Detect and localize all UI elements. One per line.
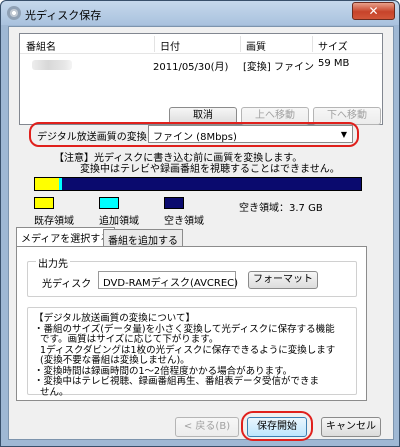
row-quality: [変換] ファイン [243, 62, 314, 73]
dialog-client: 番組名 日付 画質 サイズ 2011/05/30(月) [変換] ファイン 59… [8, 26, 394, 441]
dialog-window: 光ディスク保存 ✕ 番組名 日付 画質 サイズ 2011/05/30(月) [変… [0, 0, 400, 447]
conversion-info-text: 【デジタル放送画質の変換について】 ・番組のサイズ(データ量)を小さく変換して光… [34, 313, 336, 398]
column-header-date[interactable]: 日付 [160, 38, 180, 53]
window-title: 光ディスク保存 [25, 9, 102, 22]
row-date: 2011/05/30(月) [153, 62, 229, 73]
tab-add-program[interactable]: 番組を追加する [103, 229, 183, 247]
legend-used-label: 既存領域 [34, 216, 74, 227]
legend-free-swatch [164, 197, 184, 209]
program-name-redacted [32, 60, 72, 70]
free-segment [62, 178, 361, 190]
legend-added-label: 追加領域 [99, 216, 139, 227]
info-box: 【デジタル放送画質の変換について】 ・番組のサイズ(データ量)を小さく変換して光… [27, 307, 357, 398]
disc-icon [7, 6, 21, 20]
start-save-button[interactable]: 保存開始 [247, 417, 307, 437]
cancel-button[interactable]: キャンセル [321, 417, 381, 437]
column-header-quality[interactable]: 画質 [246, 38, 266, 53]
tab-select-media[interactable]: メディアを選択する [16, 227, 116, 247]
quality-select[interactable]: ファイン (8Mbps) ▼ [148, 125, 353, 143]
title-bar[interactable]: 光ディスク保存 ✕ [1, 1, 399, 25]
back-button[interactable]: < 戻る(B) [175, 417, 239, 437]
format-button[interactable]: フォーマット [248, 271, 318, 289]
drive-select-value: DVD-RAMディスク(AVCREC) [103, 278, 239, 289]
chevron-down-icon[interactable]: ▼ [341, 130, 347, 139]
output-group-label: 出力先 [36, 255, 70, 270]
used-segment [35, 178, 59, 190]
conversion-label: デジタル放送画質の変換 [37, 132, 147, 143]
close-button[interactable]: ✕ [352, 2, 395, 20]
drive-select[interactable]: DVD-RAMディスク(AVCREC) [98, 271, 239, 289]
tab-panel-select-media: 出力先 光ディスク DVD-RAMディスク(AVCREC) フォーマット 【デジ… [16, 246, 367, 401]
column-header-size[interactable]: サイズ [318, 38, 348, 53]
conversion-note-2: 変換中はテレビや録画番組を視聴することはできません。 [80, 164, 340, 175]
capacity-bar [34, 177, 362, 191]
row-size: 59 MB [318, 58, 350, 69]
legend-added-swatch [99, 197, 119, 209]
output-group: 出力先 光ディスク DVD-RAMディスク(AVCREC) フォーマット [27, 255, 357, 297]
quality-select-value: ファイン (8Mbps) [153, 132, 237, 143]
column-header-name[interactable]: 番組名 [26, 38, 56, 53]
legend-free-label: 空き領域 [164, 216, 204, 227]
table-row[interactable]: 2011/05/30(月) [変換] ファイン 59 MB [20, 57, 382, 73]
legend-used-swatch [34, 197, 54, 209]
free-space-value: 空き領域：3.7 GB [239, 203, 323, 214]
drive-label: 光ディスク [42, 279, 92, 290]
list-header: 番組名 日付 画質 サイズ [20, 34, 382, 54]
